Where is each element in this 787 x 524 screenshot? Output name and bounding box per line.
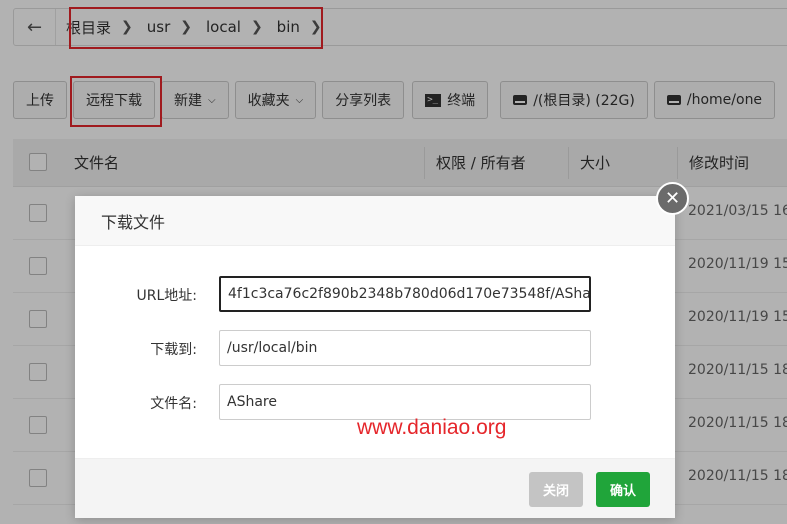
dest-label: 下载到: [150,342,197,358]
close-button[interactable]: 关闭 [529,472,584,507]
url-label: URL地址: [136,288,198,304]
dest-input[interactable]: /usr/local/bin [219,330,591,366]
watermark-text: www.daniao.org [357,416,507,439]
filename-label: 文件名: [150,396,197,412]
dialog-title: 下载文件 [75,196,675,246]
close-icon[interactable]: ✕ [656,182,689,215]
dialog-footer: 关闭 确认 [75,458,675,518]
confirm-button[interactable]: 确认 [596,472,651,507]
download-dialog: 下载文件 URL地址: 4f1c3ca76c2f890b2348b780d06d… [75,196,675,518]
url-input[interactable]: 4f1c3ca76c2f890b2348b780d06d170e73548f/A… [219,276,591,312]
filename-input[interactable]: AShare [219,384,591,420]
